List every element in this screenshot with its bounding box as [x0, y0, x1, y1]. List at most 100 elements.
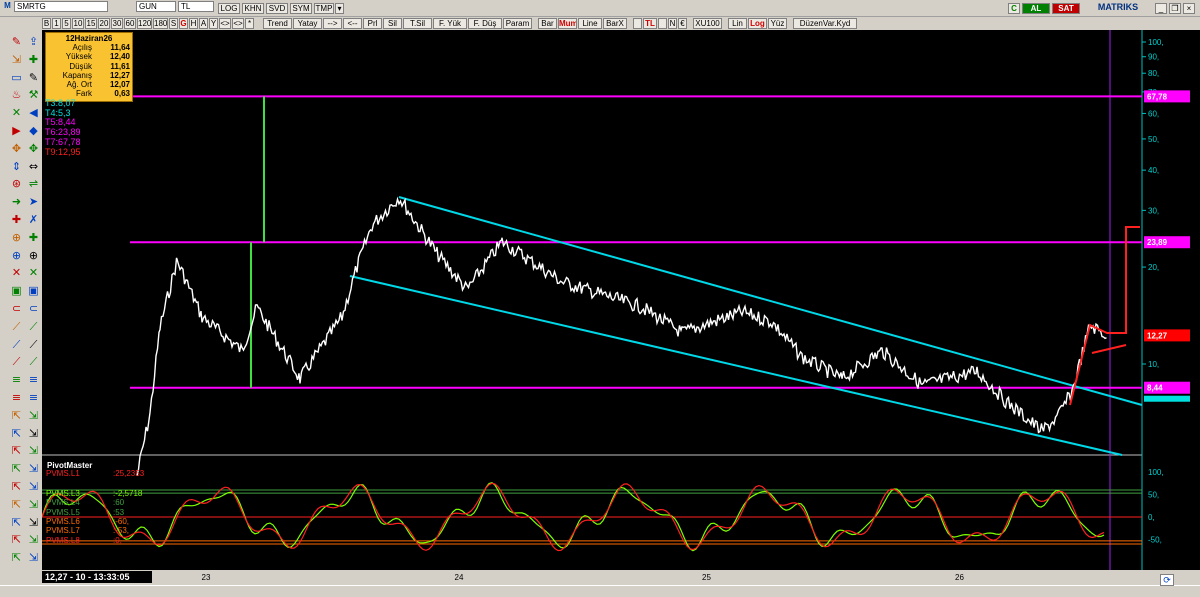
drawing-tool-icon[interactable]: ⇲	[9, 52, 24, 67]
period-dropdown[interactable]: GUN	[136, 1, 176, 12]
drawing-tool-icon[interactable]: ▣	[26, 283, 41, 298]
drawing-tool-icon[interactable]: ⟋	[26, 319, 41, 334]
chart-tool-button[interactable]: N	[668, 18, 677, 29]
chart-tool-button[interactable]: Log	[748, 18, 767, 29]
drawing-tool-icon[interactable]: ⇱	[9, 515, 24, 530]
price-chart-svg[interactable]: 100,90,80,70,60,50,40,30,20,10,67,7823,8…	[42, 30, 1200, 570]
period-button[interactable]: <>	[219, 18, 231, 29]
drawing-tool-icon[interactable]: ⊂	[26, 301, 41, 316]
drawing-tool-icon[interactable]: ⟋	[26, 354, 41, 369]
restore-icon[interactable]: ❐	[1169, 3, 1181, 14]
drawing-tool-icon[interactable]: ⇱	[9, 497, 24, 512]
period-button[interactable]: *	[245, 18, 254, 29]
drawing-tool-icon[interactable]: ✕	[26, 265, 41, 280]
chart-tool-button[interactable]: -->	[323, 18, 342, 29]
drawing-tool-icon[interactable]: ⟋	[9, 337, 24, 352]
drawing-tool-icon[interactable]: ✚	[9, 212, 24, 227]
period-button[interactable]: 30	[111, 18, 123, 29]
period-button[interactable]: Y	[209, 18, 218, 29]
sell-button[interactable]: SAT	[1052, 3, 1080, 14]
drawing-tool-icon[interactable]: ⚒	[26, 87, 41, 102]
chart-tool-button[interactable]: BarX	[603, 18, 627, 29]
drawing-tool-icon[interactable]: ⇲	[26, 515, 41, 530]
period-button[interactable]: <>	[232, 18, 244, 29]
tmp-dropdown-arrow-icon[interactable]: ▾	[335, 3, 344, 14]
minimize-icon[interactable]: _	[1155, 3, 1167, 14]
chart-tool-button[interactable]: Line	[578, 18, 602, 29]
drawing-tool-icon[interactable]: ✎	[9, 34, 24, 49]
drawing-tool-icon[interactable]: ⇲	[26, 497, 41, 512]
drawing-tool-icon[interactable]: ⊛	[9, 176, 24, 191]
drawing-tool-icon[interactable]: ⊕	[26, 248, 41, 263]
drawing-tool-icon[interactable]: ⊕	[9, 230, 24, 245]
chart-tool-button[interactable]: Prl	[363, 18, 382, 29]
drawing-tool-icon[interactable]: ✥	[9, 141, 24, 156]
drawing-tool-icon[interactable]: ⟋	[9, 319, 24, 334]
drawing-tool-icon[interactable]: ⇕	[9, 159, 24, 174]
drawing-tool-icon[interactable]: ⇱	[9, 426, 24, 441]
drawing-tool-icon[interactable]: ⊂	[9, 301, 24, 316]
drawing-tool-icon[interactable]: ✎	[26, 70, 41, 85]
period-button[interactable]: A	[199, 18, 208, 29]
drawing-tool-icon[interactable]: ⇱	[9, 479, 24, 494]
drawing-tool-icon[interactable]: ⇱	[9, 408, 24, 423]
chart-tool-button[interactable]: F. Yük	[433, 18, 467, 29]
drawing-tool-icon[interactable]: ▭	[9, 70, 24, 85]
chart-tool-button[interactable]: Bar	[538, 18, 557, 29]
chart-tool-button[interactable]: TL	[643, 18, 657, 29]
chart-tool-button[interactable]: XU100	[693, 18, 722, 29]
drawing-tool-icon[interactable]: ⇱	[9, 532, 24, 547]
drawing-tool-icon[interactable]: ⇲	[26, 550, 41, 565]
chart-tool-button[interactable]: T.Sil	[403, 18, 432, 29]
drawing-tool-icon[interactable]: ⇔	[26, 159, 41, 174]
svd-button[interactable]: SVD	[266, 3, 288, 14]
drawing-tool-icon[interactable]: ➜	[9, 194, 24, 209]
chart-tool-button[interactable]: €	[678, 18, 687, 29]
chart-tool-button[interactable]	[633, 18, 642, 29]
drawing-tool-icon[interactable]: ✗	[26, 212, 41, 227]
chart-tool-button[interactable]: Yüz	[768, 18, 787, 29]
chart-tool-button[interactable]: <--	[343, 18, 362, 29]
chart-tool-button[interactable]	[658, 18, 667, 29]
drawing-tool-icon[interactable]: ⇲	[26, 461, 41, 476]
drawing-tool-icon[interactable]: ≡	[9, 372, 24, 387]
drawing-tool-icon[interactable]: ≡	[26, 372, 41, 387]
drawing-tool-icon[interactable]: ⇱	[9, 550, 24, 565]
symbol-dropdown[interactable]: SMRTG	[14, 1, 108, 12]
chart-tool-button[interactable]: Lin	[728, 18, 747, 29]
drawing-tool-icon[interactable]: ♨	[9, 87, 24, 102]
period-button[interactable]: 20	[98, 18, 110, 29]
drawing-tool-icon[interactable]: ▶	[9, 123, 24, 138]
drawing-tool-icon[interactable]: ▣	[9, 283, 24, 298]
drawing-tool-icon[interactable]: ◀	[26, 105, 41, 120]
period-button[interactable]: 120	[137, 18, 152, 29]
chart-tool-button[interactable]: F. Düş	[468, 18, 502, 29]
drawing-tool-icon[interactable]: ✕	[9, 265, 24, 280]
close-icon[interactable]: ×	[1183, 3, 1195, 14]
drawing-tool-icon[interactable]: ✚	[26, 52, 41, 67]
drawing-tool-icon[interactable]: ≡	[26, 390, 41, 405]
chart-tool-button[interactable]: DüzenVar.Kyd	[793, 18, 857, 29]
drawing-tool-icon[interactable]: ≡	[9, 390, 24, 405]
tmp-button[interactable]: TMP	[314, 3, 334, 14]
chart-area[interactable]: 100,90,80,70,60,50,40,30,20,10,67,7823,8…	[42, 30, 1200, 570]
period-button[interactable]: S	[169, 18, 178, 29]
drawing-tool-icon[interactable]: ✕	[9, 105, 24, 120]
drawing-tool-icon[interactable]: ⇌	[26, 176, 41, 191]
chart-tool-button[interactable]: Sil	[383, 18, 402, 29]
chart-tool-button[interactable]: Yatay	[293, 18, 322, 29]
c-button[interactable]: C	[1008, 3, 1020, 14]
currency-dropdown[interactable]: TL	[178, 1, 214, 12]
drawing-tool-icon[interactable]: ⟋	[9, 354, 24, 369]
buy-button[interactable]: AL	[1022, 3, 1050, 14]
period-button[interactable]: 180	[153, 18, 168, 29]
sym-button[interactable]: SYM	[290, 3, 312, 14]
period-button[interactable]: 1	[52, 18, 61, 29]
drawing-tool-icon[interactable]: ➤	[26, 194, 41, 209]
period-button[interactable]: G	[179, 18, 188, 29]
drawing-tool-icon[interactable]: ⇱	[9, 443, 24, 458]
drawing-tool-icon[interactable]: ⇲	[26, 408, 41, 423]
period-button[interactable]: 10	[72, 18, 84, 29]
drawing-tool-icon[interactable]: ⇲	[26, 532, 41, 547]
refresh-icon[interactable]: ⟳	[1160, 574, 1174, 586]
